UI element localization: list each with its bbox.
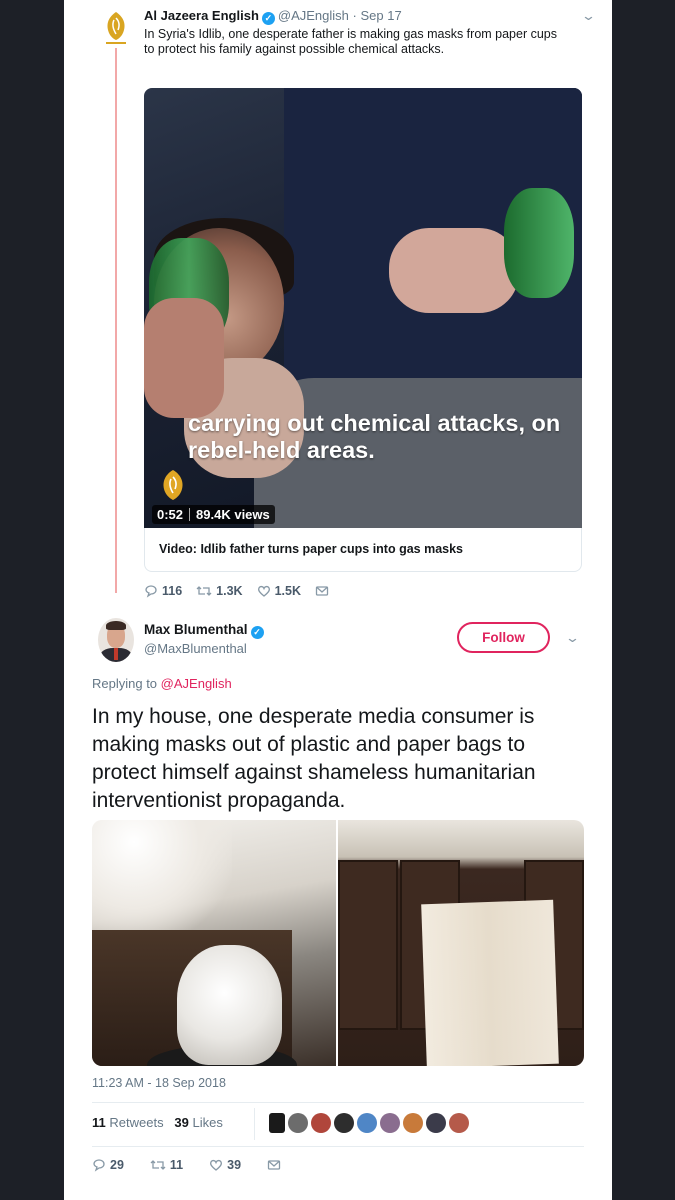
author-name[interactable]: Al Jazeera English [144,8,259,23]
chevron-down-icon[interactable]: ⌄ [581,8,596,24]
liker-avatar[interactable] [449,1113,469,1133]
video-frame-hand-right [389,228,519,313]
video-views: 89.4K views [196,507,270,522]
avatar-tie [114,648,118,660]
video-frame-mask-right [504,188,574,298]
reply-button[interactable]: 29 [92,1158,124,1172]
likes-label: Likes [192,1115,223,1130]
liker-avatar[interactable] [357,1113,377,1133]
divider [92,1146,584,1147]
liker-avatar[interactable] [311,1113,331,1133]
author-handle[interactable]: @MaxBlumenthal [144,641,247,656]
tweet-photo-1[interactable] [92,820,336,1066]
liker-avatar[interactable] [426,1113,446,1133]
replying-to-handle[interactable]: @AJEnglish [161,676,232,691]
retweet-count: 11 [169,1158,184,1172]
video-frame-hand [144,298,224,418]
video-card-title[interactable]: Video: Idlib father turns paper cups int… [144,528,582,572]
liker-avatar[interactable] [380,1113,400,1133]
retweet-icon [196,586,212,596]
liker-avatar[interactable] [403,1113,423,1133]
video-caption: carrying out chemical attacks, on rebel-… [188,410,561,463]
photo-plastic-bag-mask [177,945,282,1065]
reply-count: 29 [110,1158,124,1172]
direct-message-button[interactable] [315,584,329,598]
tweet-timestamp[interactable]: 11:23 AM - 18 Sep 2018 [92,1076,226,1090]
tweet-page: Al Jazeera English ✓ @AJEnglish · Sep 17 ⌄… [64,0,612,1200]
divider [92,1102,584,1103]
tweet-date[interactable]: Sep 17 [360,8,401,23]
engagement-stats: 11 Retweets 39 Likes [92,1115,223,1130]
retweet-icon [150,1160,166,1170]
message-icon [267,1160,281,1170]
author-handle[interactable]: @AJEnglish [278,8,349,23]
thread-line [115,48,117,593]
quoted-tweet-header: Al Jazeera English ✓ @AJEnglish · Sep 17 [144,8,402,25]
video-player[interactable]: carrying out chemical attacks, on rebel-… [144,88,582,528]
reply-count: 116 [162,584,183,598]
divider [189,508,191,521]
reply-button[interactable]: 116 [144,584,182,598]
liker-avatars [269,1113,469,1133]
replying-to: Replying to @AJEnglish [92,676,232,691]
tweet-photo-2[interactable] [338,820,584,1066]
direct-message-button[interactable] [267,1158,281,1172]
al-jazeera-logo[interactable] [102,10,130,46]
heart-icon [210,1159,223,1171]
like-button[interactable]: 39 [209,1158,241,1172]
follow-button[interactable]: Follow [457,622,550,653]
tweet-text: In my house, one desperate media consume… [92,705,536,812]
author-name-row: Max Blumenthal ✓ [144,622,267,639]
quoted-tweet-text: In Syria's Idlib, one desperate father i… [144,27,558,56]
photo-cabinet-door [338,860,398,1030]
like-button[interactable]: 1.5K [257,584,301,598]
retweet-count: 1.3K [216,584,243,598]
dot-separator: · [348,8,361,23]
photo-paper-bag-mask [421,899,559,1066]
replying-to-label: Replying to [92,676,158,691]
video-stats: 0:52 89.4K views [152,505,275,524]
reply-icon [145,585,157,598]
retweets-label: Retweets [109,1115,164,1130]
al-jazeera-watermark-icon [163,470,183,500]
chevron-down-icon[interactable]: ⌄ [565,630,580,646]
retweet-button[interactable]: 11 [150,1158,183,1172]
reply-icon [93,1159,105,1172]
likes-total: 39 [174,1115,189,1130]
liker-avatar[interactable] [288,1113,308,1133]
message-icon [315,586,329,596]
liker-avatar[interactable] [334,1113,354,1133]
tweet-actions: 29 11 39 [92,1158,281,1172]
verified-badge-icon: ✓ [250,626,264,639]
like-count: 1.5K [274,584,301,598]
like-count: 39 [227,1158,242,1172]
retweets-total: 11 [92,1115,106,1130]
video-duration: 0:52 [157,507,184,522]
avatar-hair [106,621,126,630]
heart-icon [257,585,270,597]
retweets-stat[interactable]: 11 Retweets [92,1115,164,1130]
divider [254,1108,255,1140]
verified-badge-icon: ✓ [261,12,275,25]
photo-ceiling-light [92,820,232,930]
avatar[interactable] [98,618,134,662]
retweet-button[interactable]: 1.3K [196,584,243,598]
quoted-tweet-actions: 116 1.3K 1.5K [144,584,329,598]
likes-stat[interactable]: 39 Likes [174,1115,222,1130]
author-name[interactable]: Max Blumenthal [144,622,248,637]
liker-avatar[interactable] [269,1113,285,1133]
